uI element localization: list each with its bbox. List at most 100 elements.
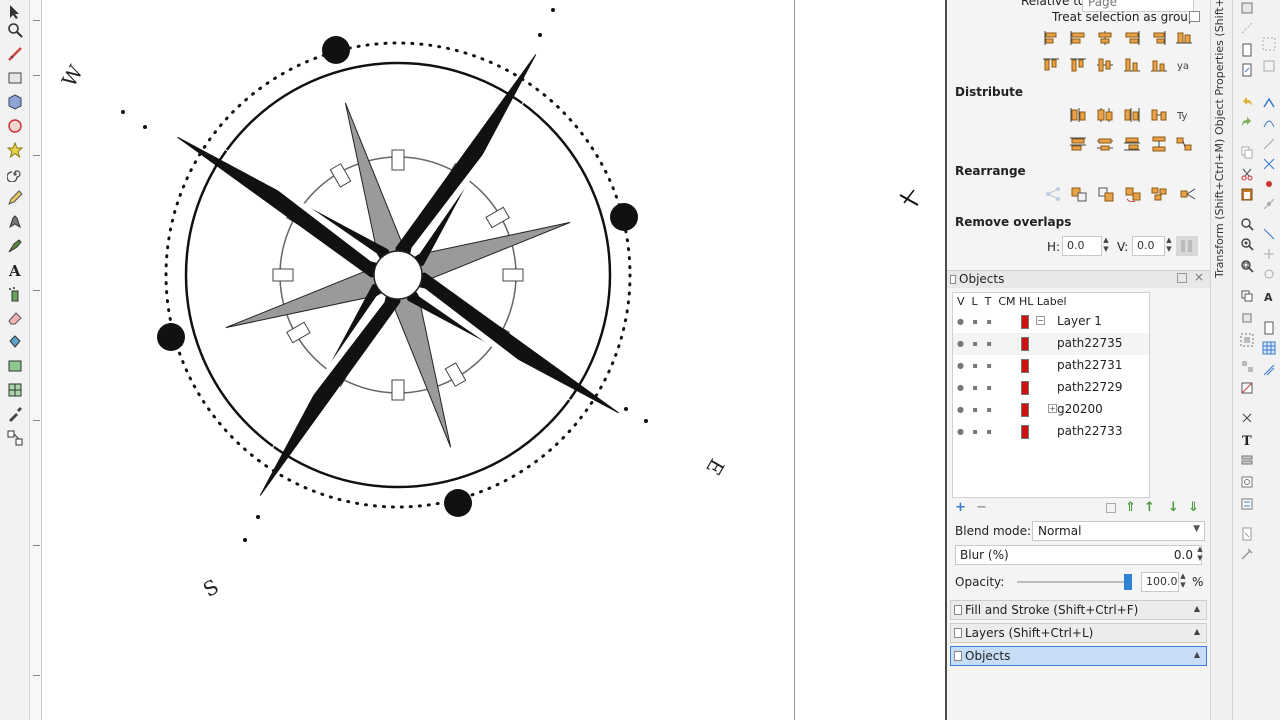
star-tool-icon[interactable] xyxy=(5,140,25,160)
fill-stroke-dialog-icon[interactable] xyxy=(1239,380,1255,396)
text-tool-icon[interactable]: A xyxy=(5,260,25,280)
mesh-tool-icon[interactable] xyxy=(5,380,25,400)
distribute-bottom-edges-icon[interactable] xyxy=(1121,134,1143,154)
objects-dialog-iconify-icon[interactable] xyxy=(1177,273,1187,283)
gradient-tool-icon[interactable] xyxy=(5,356,25,376)
copy-icon[interactable] xyxy=(1239,144,1255,160)
lower-to-bottom-icon[interactable]: ⇓ xyxy=(1188,500,1199,515)
zoom-drawing-icon[interactable] xyxy=(1239,236,1255,252)
object-properties-tab[interactable]: Object Properties (Shift+Ctrl+O) xyxy=(1213,0,1226,135)
align-left-edge-icon[interactable] xyxy=(1040,28,1062,48)
raise-to-top-icon[interactable]: ⇑ xyxy=(1125,500,1136,515)
snap-centers-icon[interactable] xyxy=(1261,246,1277,262)
layers-dialog-icon[interactable] xyxy=(1239,452,1255,468)
open-document-icon[interactable] xyxy=(1239,62,1255,78)
treat-selection-checkbox[interactable] xyxy=(1189,11,1200,22)
zoom-page-icon[interactable] xyxy=(1239,258,1255,274)
compass-rose-drawing[interactable] xyxy=(42,0,945,720)
snap-object-midpoints-icon[interactable] xyxy=(1261,226,1277,242)
distribute-baselines-icon[interactable]: Ty xyxy=(1173,105,1195,125)
rectangle-tool-icon[interactable] xyxy=(5,68,25,88)
selector-tool-icon[interactable] xyxy=(5,2,25,22)
align-bottom-edge-icon[interactable] xyxy=(1040,55,1062,75)
distribute-right-edges-icon[interactable] xyxy=(1121,105,1143,125)
align-dialog-icon[interactable] xyxy=(1239,496,1255,512)
transform-tab[interactable]: Transform (Shift+Ctrl+M) xyxy=(1213,138,1226,278)
visibility-lock-icons[interactable]: ● ▪ ▪ xyxy=(957,361,995,370)
visibility-lock-icons[interactable]: ● ▪ ▪ xyxy=(957,317,995,326)
opacity-slider-handle[interactable] xyxy=(1124,574,1132,590)
spray-tool-icon[interactable] xyxy=(5,284,25,304)
visibility-lock-icons[interactable]: ● ▪ ▪ xyxy=(957,383,995,392)
tree-row-layer[interactable]: ● ▪ ▪ − Layer 1 xyxy=(953,311,1149,333)
xml-editor-icon[interactable] xyxy=(1239,474,1255,490)
layers-dialog-tab[interactable]: Layers (Shift+Ctrl+L) ▲ xyxy=(950,623,1207,643)
exchange-positions-by-selection-icon[interactable] xyxy=(1095,184,1117,204)
overlap-h-stepper[interactable]: ▲ ▼ xyxy=(1102,236,1110,256)
tree-row[interactable]: ● ▪ ▪ path22733 xyxy=(953,421,1149,443)
pencil-tool-icon[interactable] xyxy=(5,188,25,208)
snap-intersections-icon[interactable] xyxy=(1261,156,1277,172)
new-document-icon[interactable] xyxy=(1239,42,1255,58)
blur-stepper[interactable]: ▲ ▼ xyxy=(1196,545,1204,565)
snap-grid-icon[interactable] xyxy=(1261,340,1277,356)
tree-row[interactable]: ● ▪ ▪ path22731 xyxy=(953,355,1149,377)
exchange-positions-icon[interactable] xyxy=(1068,184,1090,204)
tree-row[interactable]: ● ▪ ▪ path22729 xyxy=(953,377,1149,399)
fill-and-stroke-dialog-tab[interactable]: Fill and Stroke (Shift+Ctrl+F) ▲ xyxy=(950,600,1207,620)
graph-layout-icon[interactable] xyxy=(1042,184,1064,204)
visibility-lock-icons[interactable]: ● ▪ ▪ xyxy=(957,339,995,348)
align-text-baseline-icon[interactable] xyxy=(1173,28,1195,48)
exchange-positions-clockwise-icon[interactable] xyxy=(1122,184,1144,204)
document-properties-icon[interactable] xyxy=(1239,526,1255,542)
overlap-h-input[interactable]: 0.0 xyxy=(1062,236,1102,256)
align-left-icon[interactable] xyxy=(1067,28,1089,48)
align-right-icon[interactable] xyxy=(1121,28,1143,48)
distribute-top-edges-icon[interactable] xyxy=(1067,134,1089,154)
opacity-slider[interactable] xyxy=(1017,574,1132,590)
drawing-canvas[interactable]: W S E xyxy=(42,0,985,720)
distribute-left-edges-icon[interactable] xyxy=(1067,105,1089,125)
blend-mode-select[interactable]: Normal ▼ xyxy=(1032,521,1205,541)
align-center-horizontal-axis-icon[interactable] xyxy=(1094,55,1116,75)
snap-bbox-edge-icon[interactable] xyxy=(1261,94,1277,110)
bucket-tool-icon[interactable] xyxy=(5,332,25,352)
snap-nodes-icon[interactable] xyxy=(1261,114,1277,130)
close-icon[interactable] xyxy=(1239,0,1255,16)
unclump-icon[interactable] xyxy=(1148,184,1170,204)
distribute-centers-horizontal-icon[interactable] xyxy=(1094,105,1116,125)
align-text-anchor-icon[interactable]: ya xyxy=(1173,55,1195,75)
expand-icon[interactable]: + xyxy=(1048,404,1057,413)
measure-tool-icon[interactable] xyxy=(5,44,25,64)
visibility-lock-icons[interactable]: ● ▪ ▪ xyxy=(957,405,995,414)
objects-dialog-close-icon[interactable]: × xyxy=(1194,270,1204,284)
cut-icon[interactable] xyxy=(1239,166,1255,182)
snap-paths-icon[interactable] xyxy=(1261,136,1277,152)
opacity-input[interactable]: 100.0 xyxy=(1141,572,1179,592)
opacity-stepper[interactable]: ▲ ▼ xyxy=(1179,572,1187,592)
remove-icon[interactable]: − xyxy=(976,500,987,515)
distribute-gaps-vertical-icon[interactable] xyxy=(1148,134,1170,154)
spiral-tool-icon[interactable] xyxy=(5,164,25,184)
align-top-icon[interactable] xyxy=(1067,55,1089,75)
tree-row[interactable]: ● ▪ ▪ path22735 xyxy=(953,333,1149,355)
align-right-edge-icon[interactable] xyxy=(1148,28,1170,48)
align-bottom-icon[interactable] xyxy=(1121,55,1143,75)
calligraphy-tool-icon[interactable] xyxy=(5,236,25,256)
dropper-tool-icon[interactable] xyxy=(5,404,25,424)
snap-smooth-nodes-icon[interactable] xyxy=(1261,176,1277,192)
snap-page-border-icon[interactable] xyxy=(1261,320,1277,336)
remove-overlaps-icon[interactable] xyxy=(1176,236,1198,256)
distribute-gaps-horizontal-icon[interactable] xyxy=(1148,105,1170,125)
add-layer-icon[interactable]: + xyxy=(955,500,966,515)
objects-dialog-tab[interactable]: Objects ▲ xyxy=(950,646,1207,666)
raise-icon[interactable]: ↑ xyxy=(1144,500,1155,515)
lower-icon[interactable]: ↓ xyxy=(1168,500,1179,515)
tree-row-group[interactable]: ● ▪ ▪ + g20200 xyxy=(953,399,1149,421)
snap-bbox-icon[interactable] xyxy=(1261,58,1277,74)
distribute-randomize-icon[interactable] xyxy=(1173,134,1195,154)
snap-guides-icon[interactable] xyxy=(1261,362,1277,378)
zoom-tool-icon[interactable] xyxy=(5,20,25,40)
snap-rotation-center-icon[interactable] xyxy=(1261,266,1277,282)
snap-settings-icon[interactable] xyxy=(1239,20,1255,36)
